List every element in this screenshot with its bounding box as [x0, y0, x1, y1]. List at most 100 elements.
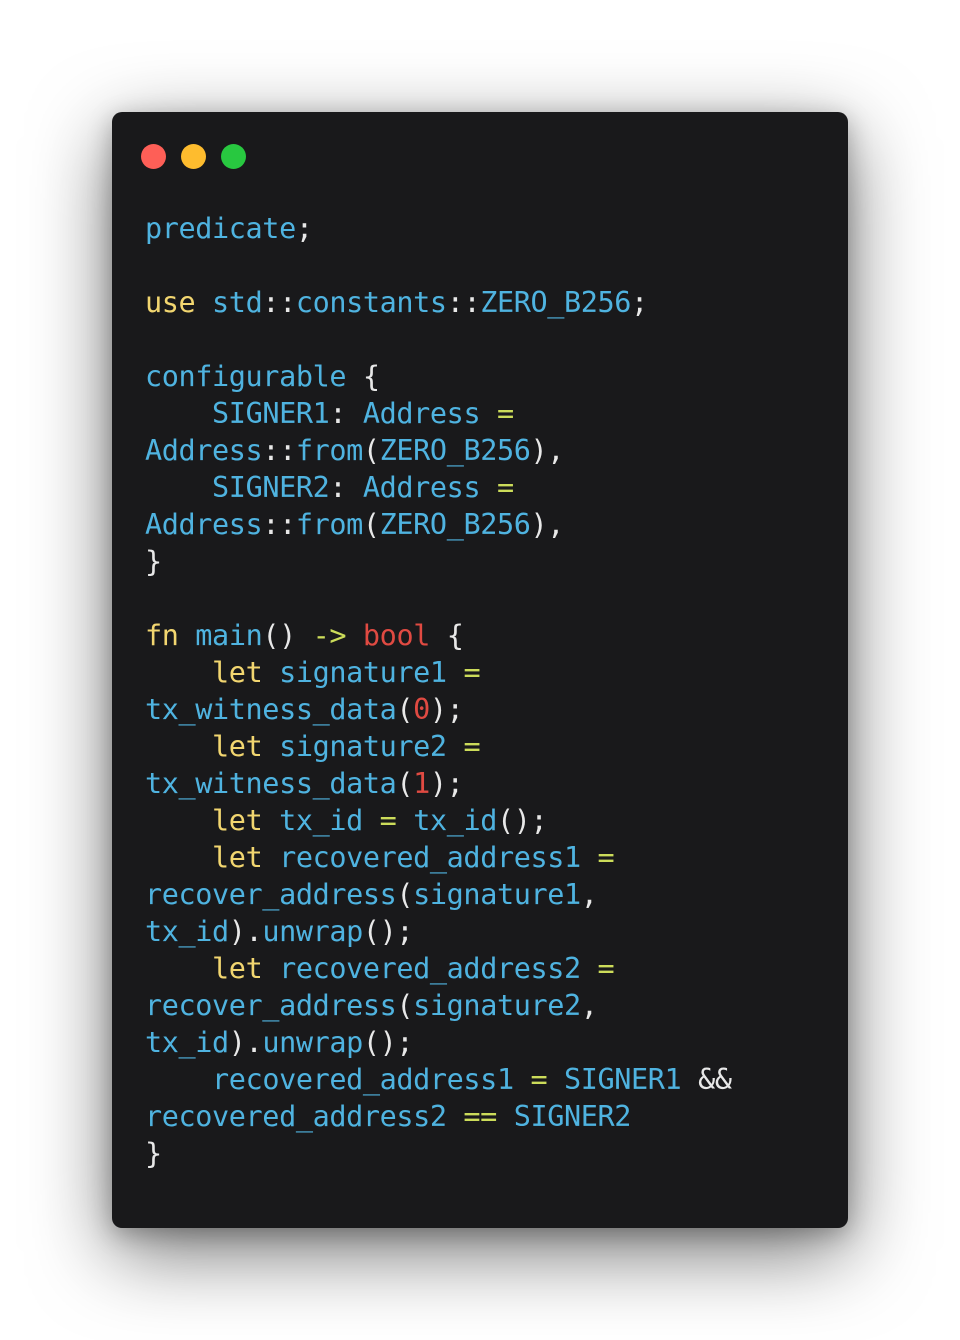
code-token: ; [295, 212, 313, 245]
code-token: == [463, 1100, 497, 1133]
code-token: recover_address [145, 989, 397, 1022]
code-line: } [145, 1135, 835, 1172]
code-token: = [463, 656, 481, 689]
code-token: from [295, 434, 363, 467]
code-token: } [145, 1137, 162, 1170]
code-token: Address [145, 508, 263, 541]
code-token: ), [530, 434, 565, 467]
code-token: bool [362, 619, 430, 652]
code-token: tx_id [279, 804, 363, 837]
code-token: SIGNER1 [564, 1063, 682, 1096]
code-token: signature1 [413, 878, 581, 911]
code-line: tx_witness_data(0); [145, 691, 835, 728]
code-token: { [346, 360, 380, 393]
code-token: , [580, 878, 598, 911]
minimize-window-icon[interactable] [181, 144, 206, 169]
code-token: tx_witness_data [145, 767, 397, 800]
code-token: use [145, 286, 196, 319]
code-token: (); [496, 804, 548, 837]
code-line: let signature2 = [145, 728, 835, 765]
code-token: ). [228, 915, 263, 948]
code-token: = [597, 952, 615, 985]
code-token: , [580, 989, 598, 1022]
code-token: recovered_address2 [279, 952, 581, 985]
code-line: tx_id).unwrap(); [145, 1024, 835, 1061]
close-window-icon[interactable] [141, 144, 166, 169]
code-line: } [145, 543, 835, 580]
code-token: ( [362, 434, 380, 467]
code-window: predicate;​use std::constants::ZERO_B256… [112, 112, 848, 1228]
code-token: = [597, 841, 615, 874]
code-token: ( [396, 878, 414, 911]
code-line: fn main() -> bool { [145, 617, 835, 654]
code-token: = [496, 471, 514, 504]
code-token: () [262, 619, 313, 652]
code-token: ZERO_B256 [480, 286, 632, 319]
code-token: tx_witness_data [145, 693, 397, 726]
code-line: SIGNER2: Address = [145, 469, 835, 506]
code-line: tx_witness_data(1); [145, 765, 835, 802]
code-token: predicate [145, 212, 296, 245]
code-token: ZERO_B256 [379, 508, 531, 541]
code-token: = [379, 804, 397, 837]
code-line: predicate; [145, 210, 835, 247]
code-token: :: [262, 286, 296, 319]
code-token: ( [396, 767, 414, 800]
code-token: { [429, 619, 464, 652]
code-token: 1 [413, 767, 430, 800]
code-token: let [212, 952, 263, 985]
code-token: tx_id [145, 1026, 229, 1059]
code-token: ); [429, 693, 464, 726]
code-token: signature2 [413, 989, 581, 1022]
code-line: ​ [145, 321, 835, 358]
code-token: SIGNER2 [513, 1100, 632, 1133]
code-token: tx_id [145, 915, 229, 948]
code-line: let recovered_address2 = [145, 950, 835, 987]
code-token: (); [362, 1026, 414, 1059]
code-line: let tx_id = tx_id(); [145, 802, 835, 839]
code-token: SIGNER2 [212, 471, 330, 504]
code-token: :: [446, 286, 481, 319]
code-token: Address [362, 397, 481, 430]
code-token: Address [145, 434, 263, 467]
code-token: let [212, 656, 263, 689]
code-token: from [295, 508, 363, 541]
code-token: let [212, 730, 263, 763]
code-token: unwrap [262, 915, 363, 948]
code-token: ); [429, 767, 464, 800]
maximize-window-icon[interactable] [221, 144, 246, 169]
code-line: Address::from(ZERO_B256), [145, 506, 835, 543]
code-token: recover_address [145, 878, 397, 911]
code-line: recovered_address1 = SIGNER1 && [145, 1061, 835, 1098]
code-token: recovered_address1 [212, 1063, 514, 1096]
code-token: = [530, 1063, 548, 1096]
code-line: let recovered_address1 = [145, 839, 835, 876]
code-token: = [496, 397, 514, 430]
code-token: ( [396, 693, 414, 726]
code-line: recover_address(signature1, [145, 876, 835, 913]
code-token: std [212, 286, 263, 319]
code-token: signature1 [279, 656, 447, 689]
code-token: :: [262, 508, 296, 541]
code-token: signature2 [279, 730, 447, 763]
